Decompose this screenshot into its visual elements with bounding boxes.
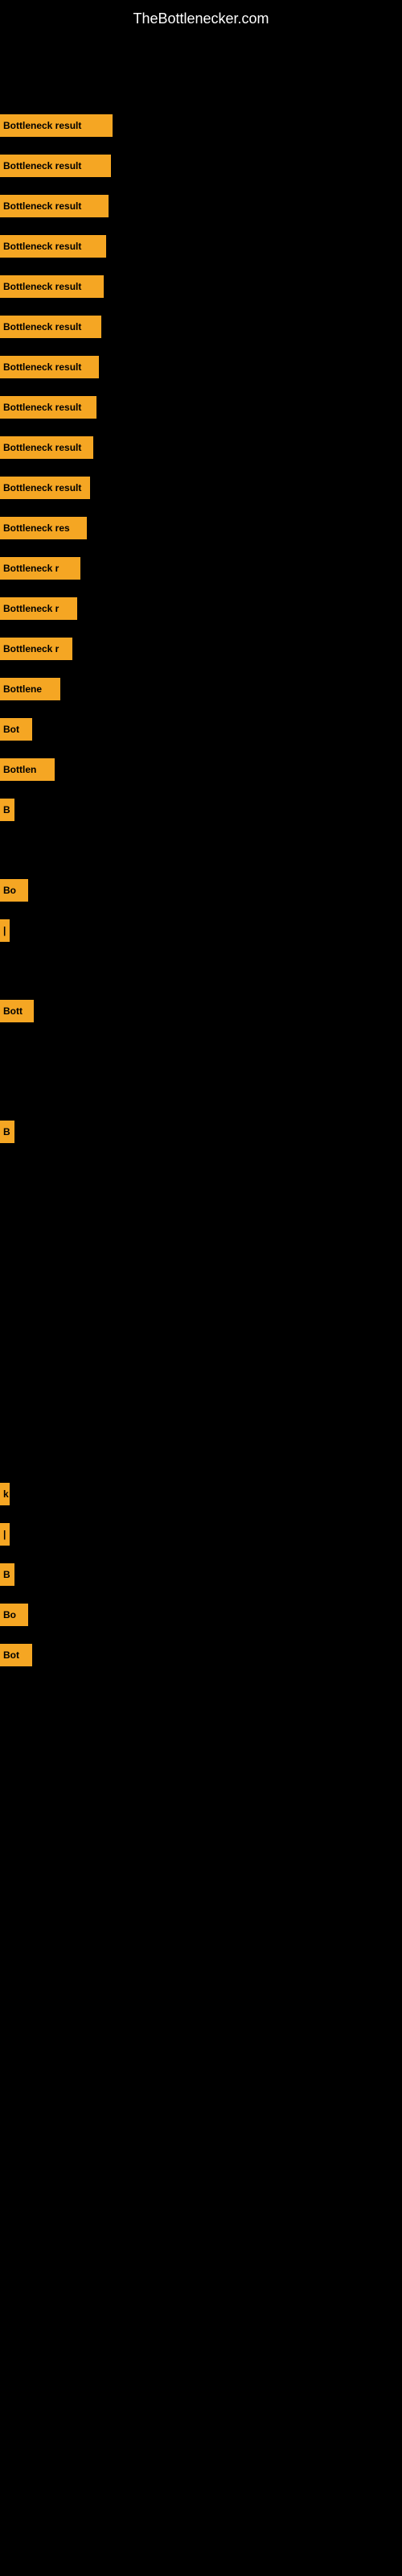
bottleneck-label: k <box>0 1488 10 1500</box>
bottleneck-label: B <box>0 1126 14 1137</box>
bottleneck-bar: Bottleneck result <box>0 195 109 217</box>
bottleneck-bar: Bottleneck result <box>0 396 96 419</box>
bottleneck-label: Bottleneck result <box>0 281 84 292</box>
bottleneck-bar: Bo <box>0 879 28 902</box>
bottleneck-label: Bottlene <box>0 683 45 695</box>
bottleneck-label: Bot <box>0 1649 23 1661</box>
bottleneck-bar: Bo <box>0 1604 28 1626</box>
bottleneck-bar: k <box>0 1483 10 1505</box>
bottleneck-label: Bottleneck result <box>0 241 84 252</box>
bottleneck-bar: B <box>0 1563 14 1586</box>
bottleneck-bar: Bottleneck result <box>0 114 113 137</box>
bottleneck-bar: Bottlen <box>0 758 55 781</box>
site-title: TheBottlenecker.com <box>0 4 402 34</box>
bottleneck-label: Bottleneck res <box>0 522 73 534</box>
bottleneck-bar: Bottleneck result <box>0 235 106 258</box>
bottleneck-bar: Bottleneck r <box>0 597 77 620</box>
bottleneck-label: Bottleneck result <box>0 442 84 453</box>
bottleneck-bar: Bottleneck result <box>0 155 111 177</box>
bottleneck-bar: Bottlene <box>0 678 60 700</box>
bottleneck-label: Bottleneck r <box>0 643 62 654</box>
bottleneck-label: B <box>0 1569 14 1580</box>
bottleneck-bar: Bott <box>0 1000 34 1022</box>
bottleneck-bar: Bottleneck result <box>0 356 99 378</box>
bottleneck-label: Bottleneck r <box>0 603 62 614</box>
bottleneck-bar: | <box>0 919 10 942</box>
bottleneck-bar: Bottleneck r <box>0 557 80 580</box>
bottleneck-label: Bot <box>0 724 23 735</box>
bottleneck-label: Bo <box>0 885 19 896</box>
bottleneck-label: Bott <box>0 1005 26 1017</box>
bottleneck-bar: Bottleneck res <box>0 517 87 539</box>
bottleneck-label: Bottleneck result <box>0 200 84 212</box>
bottleneck-label: | <box>0 1529 9 1540</box>
bottleneck-bar: Bottleneck r <box>0 638 72 660</box>
bottleneck-bar: Bottleneck result <box>0 477 90 499</box>
bottleneck-label: Bottleneck result <box>0 482 84 493</box>
bottleneck-label: Bottlen <box>0 764 39 775</box>
bottleneck-label: Bottleneck result <box>0 321 84 332</box>
bottleneck-label: | <box>0 925 9 936</box>
bottleneck-bar: Bot <box>0 718 32 741</box>
bottleneck-label: Bo <box>0 1609 19 1620</box>
bottleneck-label: Bottleneck result <box>0 160 84 171</box>
bottleneck-bar: Bottleneck result <box>0 436 93 459</box>
bottleneck-label: Bottleneck result <box>0 120 84 131</box>
bottleneck-label: Bottleneck r <box>0 563 62 574</box>
bottleneck-label: Bottleneck result <box>0 402 84 413</box>
bottleneck-bar: Bottleneck result <box>0 275 104 298</box>
bottleneck-label: B <box>0 804 14 815</box>
bottleneck-bar: Bottleneck result <box>0 316 101 338</box>
bottleneck-label: Bottleneck result <box>0 361 84 373</box>
bottleneck-bar: Bot <box>0 1644 32 1666</box>
bottleneck-bar: B <box>0 1121 14 1143</box>
bottleneck-bar: B <box>0 799 14 821</box>
bottleneck-bar: | <box>0 1523 10 1546</box>
